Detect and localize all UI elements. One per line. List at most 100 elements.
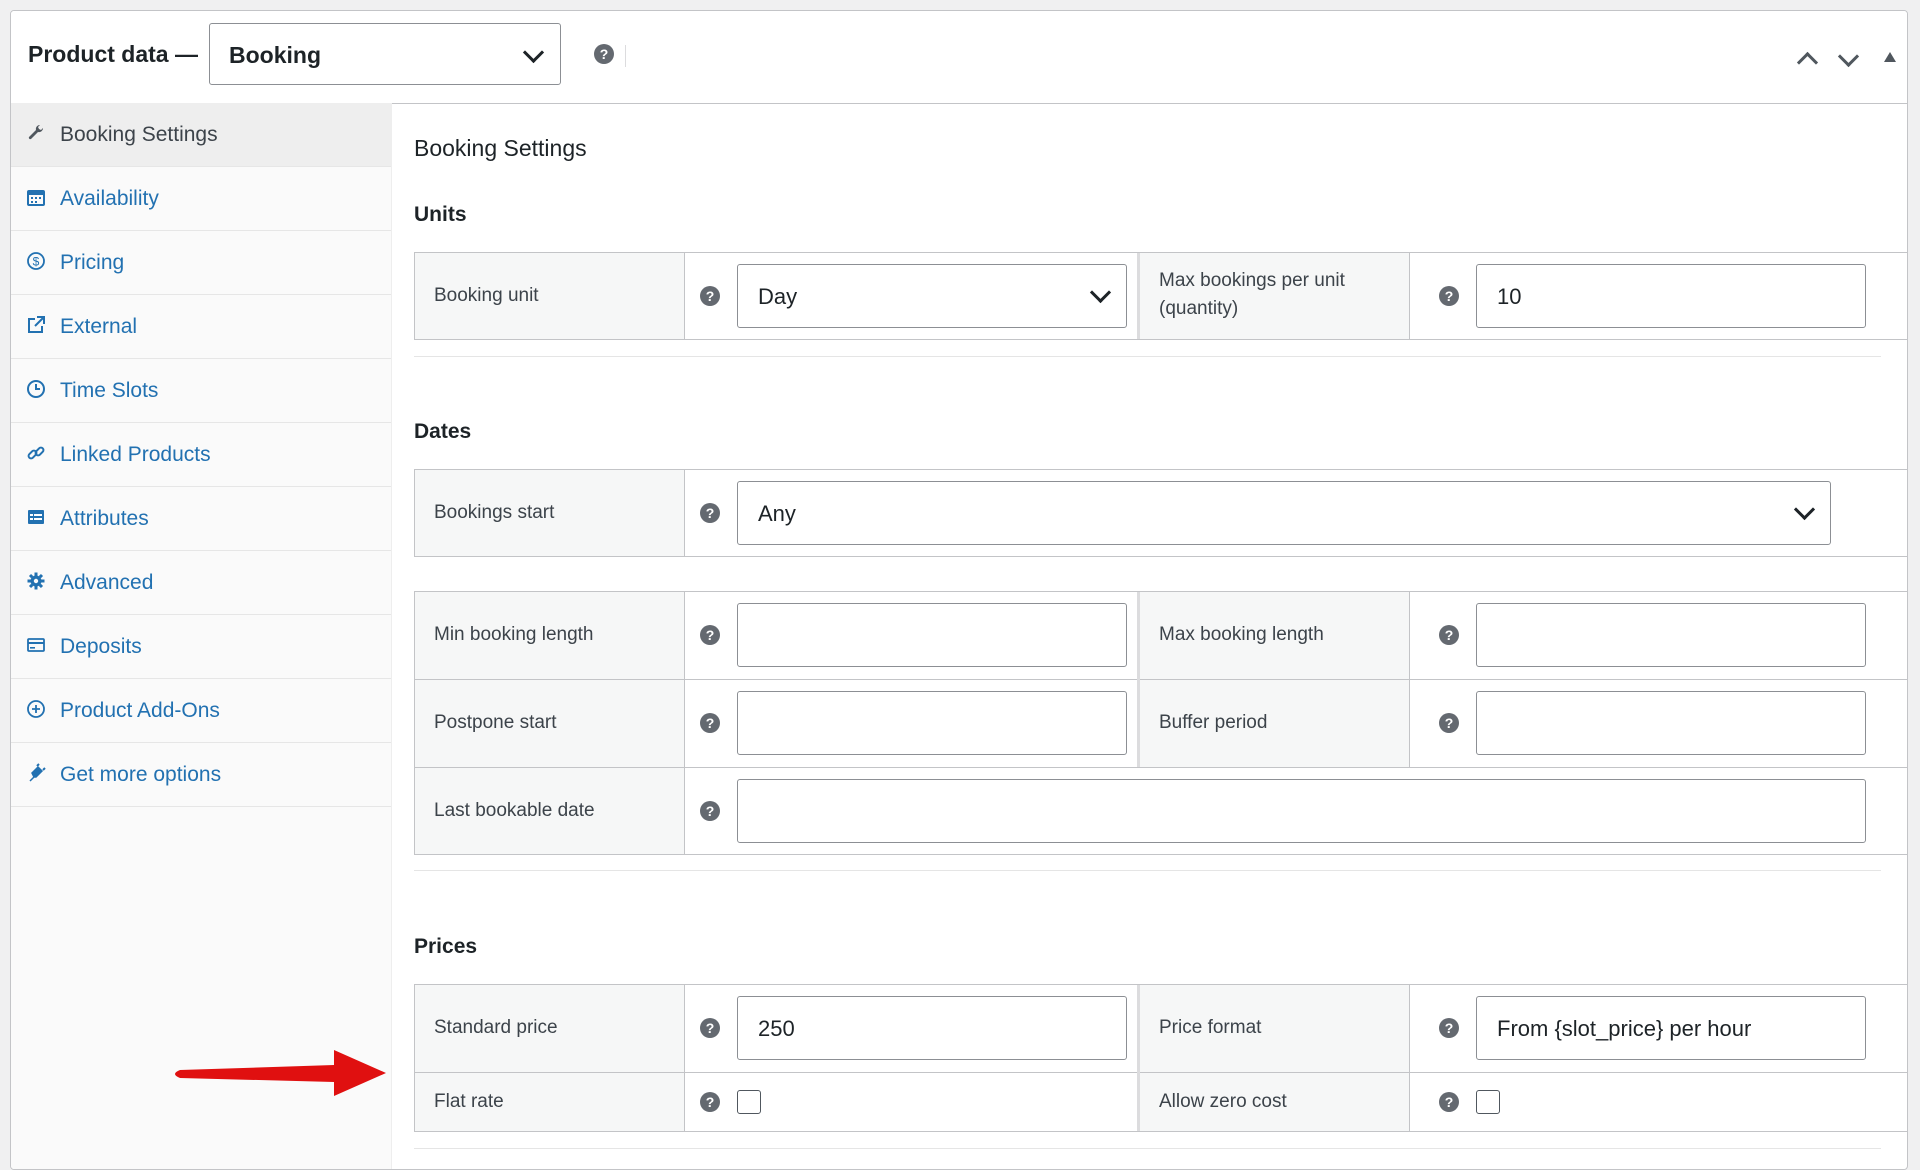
tab-time-slots[interactable]: Time Slots (11, 359, 391, 423)
max-bookings-label-line2: (quantity) (1159, 298, 1239, 319)
chevron-down-icon (1089, 281, 1112, 304)
max-length-label-cell: Max booking length (1140, 592, 1410, 679)
last-date-label: Last bookable date (434, 800, 595, 821)
standard-price-label-cell: Standard price (415, 985, 685, 1072)
move-down-icon[interactable] (1837, 45, 1860, 68)
help-icon[interactable]: ? (700, 625, 720, 645)
column-divider (1137, 985, 1140, 1131)
booking-settings-content: Booking Settings Units Booking unit ? Da… (392, 103, 1907, 1169)
move-up-icon[interactable] (1796, 51, 1819, 74)
units-grid: Booking unit ? Day Max bookings per unit… (414, 252, 1907, 340)
svg-text:$: $ (33, 255, 40, 269)
tab-product-add-ons[interactable]: Product Add-Ons (11, 679, 391, 743)
last-date-input[interactable] (737, 779, 1866, 843)
min-length-input[interactable] (737, 603, 1127, 667)
postpone-label: Postpone start (434, 712, 557, 733)
postpone-label-cell: Postpone start (415, 680, 685, 767)
chevron-down-icon (522, 41, 545, 64)
clock-icon (27, 380, 45, 398)
tab-external[interactable]: External (11, 295, 391, 359)
help-icon[interactable]: ? (700, 801, 720, 821)
price-format-input[interactable]: From {slot_price} per hour (1476, 996, 1866, 1060)
prices-grid: Standard price ? 250 Price format ? From… (414, 984, 1907, 1132)
tab-get-more-options[interactable]: Get more options (11, 743, 391, 807)
divider (414, 356, 1881, 357)
max-bookings-label-line1: Max bookings per unit (1159, 270, 1345, 291)
collapse-toggle-icon[interactable] (1883, 51, 1897, 63)
plugin-icon (29, 763, 46, 782)
tab-pricing[interactable]: $ Pricing (11, 231, 391, 295)
help-icon[interactable]: ? (700, 1018, 720, 1038)
units-heading: Units (414, 203, 467, 226)
tab-availability[interactable]: Availability (11, 167, 391, 231)
zero-cost-label: Allow zero cost (1159, 1091, 1287, 1112)
help-icon[interactable]: ? (1439, 713, 1459, 733)
booking-unit-select[interactable]: Day (737, 264, 1127, 328)
dates-heading: Dates (414, 420, 472, 443)
gear-icon (27, 572, 45, 590)
max-bookings-value: 10 (1497, 284, 1522, 309)
help-icon[interactable]: ? (594, 44, 614, 64)
tab-booking-settings[interactable]: Booking Settings (11, 103, 391, 167)
min-length-label-cell: Min booking length (415, 592, 685, 679)
price-format-label-cell: Price format (1140, 985, 1410, 1072)
header-divider (625, 45, 626, 67)
tab-advanced[interactable]: Advanced (11, 551, 391, 615)
zero-cost-checkbox[interactable] (1476, 1090, 1500, 1114)
max-length-input[interactable] (1476, 603, 1866, 667)
standard-price-label: Standard price (434, 1017, 558, 1038)
buffer-label-cell: Buffer period (1140, 680, 1410, 767)
bookings-start-label: Bookings start (434, 502, 555, 523)
help-icon[interactable]: ? (700, 1092, 720, 1112)
booking-unit-label: Booking unit (434, 285, 539, 306)
flat-rate-label-cell: Flat rate (415, 1073, 685, 1131)
help-icon[interactable]: ? (700, 286, 720, 306)
list-table-icon (28, 510, 44, 524)
chevron-down-icon (1793, 498, 1816, 521)
help-icon[interactable]: ? (1439, 1092, 1459, 1112)
max-bookings-input[interactable]: 10 (1476, 264, 1866, 328)
column-divider (1137, 592, 1140, 767)
help-icon[interactable]: ? (1439, 1018, 1459, 1038)
max-length-label: Max booking length (1159, 624, 1324, 645)
link-icon (27, 446, 45, 460)
bookings-start-select[interactable]: Any (737, 481, 1831, 545)
booking-length-grid: Min booking length ? Max booking length … (414, 591, 1907, 855)
tab-deposits[interactable]: Deposits (11, 615, 391, 679)
price-format-label: Price format (1159, 1017, 1262, 1038)
price-format-value: From {slot_price} per hour (1497, 1016, 1752, 1041)
buffer-label: Buffer period (1159, 712, 1268, 733)
bookings-start-value: Any (758, 501, 796, 526)
tab-attributes[interactable]: Attributes (11, 487, 391, 551)
buffer-input[interactable] (1476, 691, 1866, 755)
help-icon[interactable]: ? (1439, 286, 1459, 306)
product-data-panel: Product data — Booking ? Booking Setting… (10, 10, 1908, 1170)
help-icon[interactable]: ? (700, 713, 720, 733)
booking-unit-value: Day (758, 284, 798, 309)
help-icon[interactable]: ? (700, 503, 720, 523)
zero-cost-label-cell: Allow zero cost (1140, 1073, 1410, 1131)
card-icon (27, 638, 45, 652)
prices-heading: Prices (414, 935, 478, 958)
external-link-icon (28, 316, 45, 333)
standard-price-value: 250 (758, 1016, 795, 1041)
min-length-label: Min booking length (434, 624, 594, 645)
divider (414, 1148, 1881, 1149)
product-data-label: Product data — (28, 41, 198, 67)
max-bookings-label-cell: Max bookings per unit (quantity) (1140, 253, 1410, 339)
standard-price-input[interactable]: 250 (737, 996, 1127, 1060)
tab-linked-products[interactable]: Linked Products (11, 423, 391, 487)
dollar-circle-icon: $ (27, 252, 45, 270)
calendar-icon (27, 190, 45, 206)
plus-circle-icon (27, 700, 45, 718)
divider (414, 870, 1881, 871)
flat-rate-label: Flat rate (434, 1091, 504, 1112)
product-type-value: Booking (229, 42, 321, 68)
postpone-input[interactable] (737, 691, 1127, 755)
help-icon[interactable]: ? (1439, 625, 1459, 645)
annotation-arrow (175, 1050, 386, 1096)
last-date-label-cell: Last bookable date (415, 768, 685, 854)
flat-rate-checkbox[interactable] (737, 1090, 761, 1114)
product-data-tabs: Booking Settings Availability $ Pricing … (11, 103, 392, 1169)
product-type-select[interactable]: Booking (209, 23, 561, 85)
